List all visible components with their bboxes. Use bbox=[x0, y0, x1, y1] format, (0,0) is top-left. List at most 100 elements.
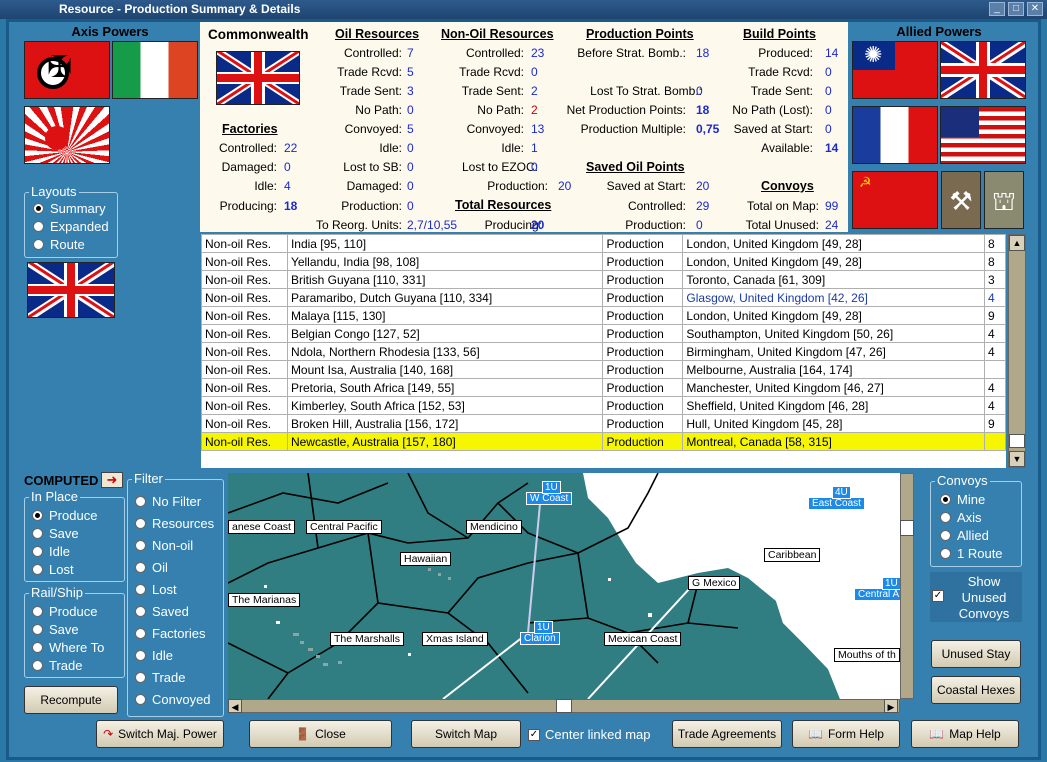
stat-value: 14 bbox=[825, 46, 839, 60]
usa-flag[interactable] bbox=[940, 106, 1026, 164]
uk-flag[interactable] bbox=[940, 41, 1026, 99]
rail-save-radio[interactable]: Save bbox=[32, 622, 79, 637]
filter-option-radio[interactable]: No Filter bbox=[135, 494, 201, 509]
map-vscroll-thumb[interactable] bbox=[900, 520, 914, 536]
table-cell-type: Non-oil Res. bbox=[201, 360, 288, 379]
map-hscroll-thumb[interactable] bbox=[556, 699, 572, 713]
filter-option-radio[interactable]: Idle bbox=[135, 648, 173, 663]
map-region-label[interactable]: G Mexico bbox=[688, 576, 741, 590]
japan-flag[interactable] bbox=[24, 106, 110, 164]
table-row[interactable]: Non-oil Res. British Guyana [110, 331] Pro… bbox=[201, 270, 1006, 289]
switch-major-power-button[interactable]: ↷ Switch Maj. Power bbox=[96, 720, 224, 748]
table-row[interactable]: Non-oil Res. Broken Hill, Australia [156,… bbox=[201, 414, 1006, 433]
form-help-button[interactable]: 📖 Form Help bbox=[792, 720, 900, 748]
map-region-label[interactable]: Mexican Coast bbox=[604, 632, 682, 646]
ussr-flag[interactable] bbox=[852, 171, 938, 229]
table-row[interactable]: Non-oil Res. Paramaribo, Dutch Guyana [11… bbox=[201, 288, 1006, 307]
scroll-left-icon[interactable]: ◀ bbox=[228, 699, 242, 713]
map-region-label[interactable]: The Marianas bbox=[228, 593, 301, 607]
inplace-produce-radio[interactable]: Produce bbox=[32, 508, 97, 523]
map-region-label[interactable]: Caribbean bbox=[764, 548, 821, 562]
table-row[interactable]: Non-oil Res. Malaya [115, 130] Production L… bbox=[201, 306, 1006, 325]
filter-option-radio[interactable]: Non-oil bbox=[135, 538, 193, 553]
filter-option-radio[interactable]: Trade bbox=[135, 670, 185, 685]
close-button[interactable]: 🚪 Close bbox=[249, 720, 392, 748]
rail-whereto-radio[interactable]: Where To bbox=[32, 640, 104, 655]
recompute-button[interactable]: Recompute bbox=[24, 686, 118, 714]
filter-option-radio[interactable]: Oil bbox=[135, 560, 168, 575]
scroll-down-icon[interactable]: ▼ bbox=[1009, 451, 1025, 467]
table-cell-location: Yellandu, India [98, 108] bbox=[286, 252, 604, 271]
layout-route-radio[interactable]: Route bbox=[33, 237, 85, 252]
table-scrollbar[interactable] bbox=[1008, 234, 1026, 468]
convoy-axis-radio[interactable]: Axis bbox=[940, 510, 982, 525]
maximize-icon[interactable]: □ bbox=[1008, 2, 1024, 16]
filter-option-radio[interactable]: Convoyed bbox=[135, 692, 211, 707]
filter-option-radio[interactable]: Resources bbox=[135, 516, 214, 531]
table-row[interactable]: Non-oil Res. Pretoria, South Africa [149,… bbox=[201, 378, 1006, 397]
layout-expanded-radio[interactable]: Expanded bbox=[33, 219, 109, 234]
rail-trade-radio[interactable]: Trade bbox=[32, 658, 82, 673]
filter-option-radio[interactable]: Factories bbox=[135, 626, 205, 641]
map-vscrollbar[interactable] bbox=[900, 473, 914, 699]
stat-value: 2 bbox=[531, 103, 538, 117]
scroll-right-icon[interactable]: ▶ bbox=[884, 699, 898, 713]
map-region-label[interactable]: Mouths of th bbox=[834, 648, 900, 662]
map-region-label[interactable]: Mendicino bbox=[466, 520, 522, 534]
filter-option-radio[interactable]: Lost bbox=[135, 582, 177, 597]
convoy-unit-tag[interactable]: 1U bbox=[542, 481, 561, 494]
switch-map-button[interactable]: Switch Map bbox=[411, 720, 521, 748]
convoy-unit-tag[interactable]: 4U bbox=[832, 486, 851, 499]
stat-value: 0 bbox=[407, 199, 414, 213]
window-title: Resource - Production Summary & Details bbox=[0, 0, 1047, 19]
layout-summary-radio[interactable]: Summary bbox=[33, 201, 106, 216]
map-region-label[interactable]: anese Coast bbox=[228, 520, 295, 534]
center-linked-checkbox[interactable]: ✓ Center linked map bbox=[528, 727, 651, 742]
unused-stay-button[interactable]: Unused Stay bbox=[931, 640, 1021, 668]
map-region-label[interactable]: The Marshalls bbox=[330, 632, 404, 646]
stat-value: 0 bbox=[825, 122, 832, 136]
inplace-save-radio[interactable]: Save bbox=[32, 526, 79, 541]
table-row[interactable]: Non-oil Res. Belgian Congo [127, 52] Produ… bbox=[201, 324, 1006, 343]
stat-value: 5 bbox=[407, 122, 414, 136]
arrow-right-icon[interactable]: ➜ bbox=[101, 472, 123, 488]
convoy-mine-radio[interactable]: Mine bbox=[940, 492, 985, 507]
table-cell-dest: Southampton, United Kingdom [50, 26] bbox=[682, 324, 985, 343]
inplace-lost-radio[interactable]: Lost bbox=[32, 562, 74, 577]
map-region-label[interactable]: Xmas Island bbox=[422, 632, 488, 646]
table-cell-use: Production bbox=[602, 288, 684, 307]
radio-off-icon bbox=[32, 546, 43, 557]
map-region-label[interactable]: Hawaiian bbox=[400, 552, 452, 566]
table-row[interactable]: Non-oil Res. Yellandu, India [98, 108] Pro… bbox=[201, 252, 1006, 271]
china-flag[interactable] bbox=[852, 41, 938, 99]
map-region-label[interactable]: Central Pacific bbox=[306, 520, 382, 534]
trade-agreements-button[interactable]: Trade Agreements bbox=[672, 720, 782, 748]
rail-produce-radio[interactable]: Produce bbox=[32, 604, 97, 619]
close-icon[interactable]: ✕ bbox=[1027, 2, 1043, 16]
coastal-hexes-button[interactable]: Coastal Hexes bbox=[931, 676, 1021, 704]
convoy-unit-tag[interactable]: 1U bbox=[534, 621, 553, 634]
show-unused-checkbox[interactable]: ✓ bbox=[932, 590, 944, 602]
scroll-up-icon[interactable]: ▲ bbox=[1009, 235, 1025, 251]
table-row[interactable]: Non-oil Res. India [95, 110] Production Lon… bbox=[201, 234, 1006, 253]
in-place-title: In Place bbox=[29, 489, 80, 504]
filter-option-radio[interactable]: Saved bbox=[135, 604, 189, 619]
minimize-icon[interactable]: _ bbox=[989, 2, 1005, 16]
map-help-button[interactable]: 📖 Map Help bbox=[911, 720, 1019, 748]
france-flag[interactable] bbox=[852, 106, 938, 164]
table-row[interactable]: Non-oil Res. Kimberley, South Africa [152… bbox=[201, 396, 1006, 415]
convoy-allied-radio[interactable]: Allied bbox=[940, 528, 989, 543]
table-row[interactable]: Non-oil Res. Mount Isa, Australia [140, 1… bbox=[201, 360, 1006, 379]
germany-flag[interactable] bbox=[24, 41, 110, 99]
table-row[interactable]: Non-oil Res. Newcastle, Australia [157, 1… bbox=[201, 432, 1006, 451]
map-view[interactable]: anese Coast Central Pacific Mendicino Hawai… bbox=[228, 473, 900, 699]
mine-icon[interactable]: ⚒ bbox=[941, 171, 981, 229]
scroll-thumb[interactable] bbox=[1009, 434, 1025, 448]
italy-flag[interactable] bbox=[112, 41, 198, 99]
oil-derrick-icon[interactable]: ⛫ bbox=[984, 171, 1024, 229]
table-row[interactable]: Non-oil Res. Ndola, Northern Rhodesia [13… bbox=[201, 342, 1006, 361]
convoy-unit-tag[interactable]: 1U bbox=[882, 577, 900, 590]
convoy-1route-radio[interactable]: 1 Route bbox=[940, 546, 1003, 561]
inplace-idle-radio[interactable]: Idle bbox=[32, 544, 70, 559]
stat-value: 0 bbox=[531, 160, 538, 174]
